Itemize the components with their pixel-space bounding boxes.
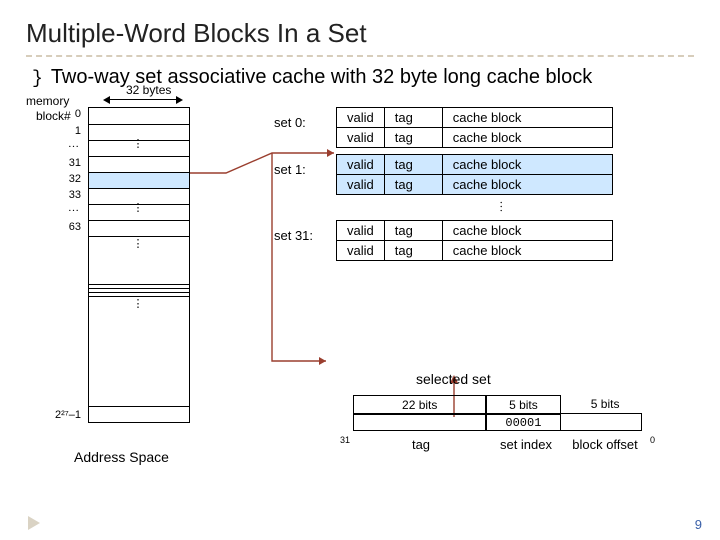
set-label: set 31:	[274, 228, 313, 243]
field-tag: tag	[354, 437, 488, 452]
divider	[26, 55, 694, 57]
tag-field	[353, 413, 487, 431]
memory-width: 32 bytes	[126, 83, 171, 97]
page-number: 9	[695, 517, 702, 532]
lsb-label: 0	[650, 435, 655, 445]
cache-set-31: set 31: validtagcache block validtagcach…	[336, 220, 613, 261]
page-title: Multiple-Word Blocks In a Set	[26, 18, 694, 49]
cache-sets: set 0: validtagcache block validtagcache…	[336, 107, 613, 267]
cache-set-0: set 0: validtagcache block validtagcache…	[336, 107, 613, 148]
selected-set-label: selected set	[416, 371, 491, 387]
tag-width: 22 bits	[353, 395, 487, 415]
address-breakdown: 22 bits 5 bits 5 bits 00001 31 0 tag set…	[354, 395, 646, 453]
diagram-stage: memory block# 32 bytes 0 1 ⋮… 31 32 33 ⋮…	[26, 91, 692, 511]
set-label: set 1:	[274, 162, 306, 177]
index-field: 00001	[485, 413, 561, 431]
memory-column: 32 bytes 0 1 ⋮… 31 32 33 ⋮… 63 ⋮ ⋮ 2²⁷–1	[26, 97, 210, 423]
set-label: set 0:	[274, 115, 306, 130]
cache-set-1: set 1: validtagcache block validtagcache…	[336, 154, 613, 195]
play-icon	[28, 516, 40, 530]
field-offset: block offset	[564, 437, 646, 452]
msb-label: 31	[340, 435, 350, 445]
offset-width: 5 bits	[560, 395, 642, 415]
vdots-icon: …	[497, 200, 512, 216]
field-index: set index	[488, 437, 564, 452]
address-space-label: Address Space	[74, 449, 169, 465]
offset-field	[560, 413, 642, 431]
bullet-icon: }	[32, 69, 43, 89]
index-width: 5 bits	[485, 395, 561, 415]
